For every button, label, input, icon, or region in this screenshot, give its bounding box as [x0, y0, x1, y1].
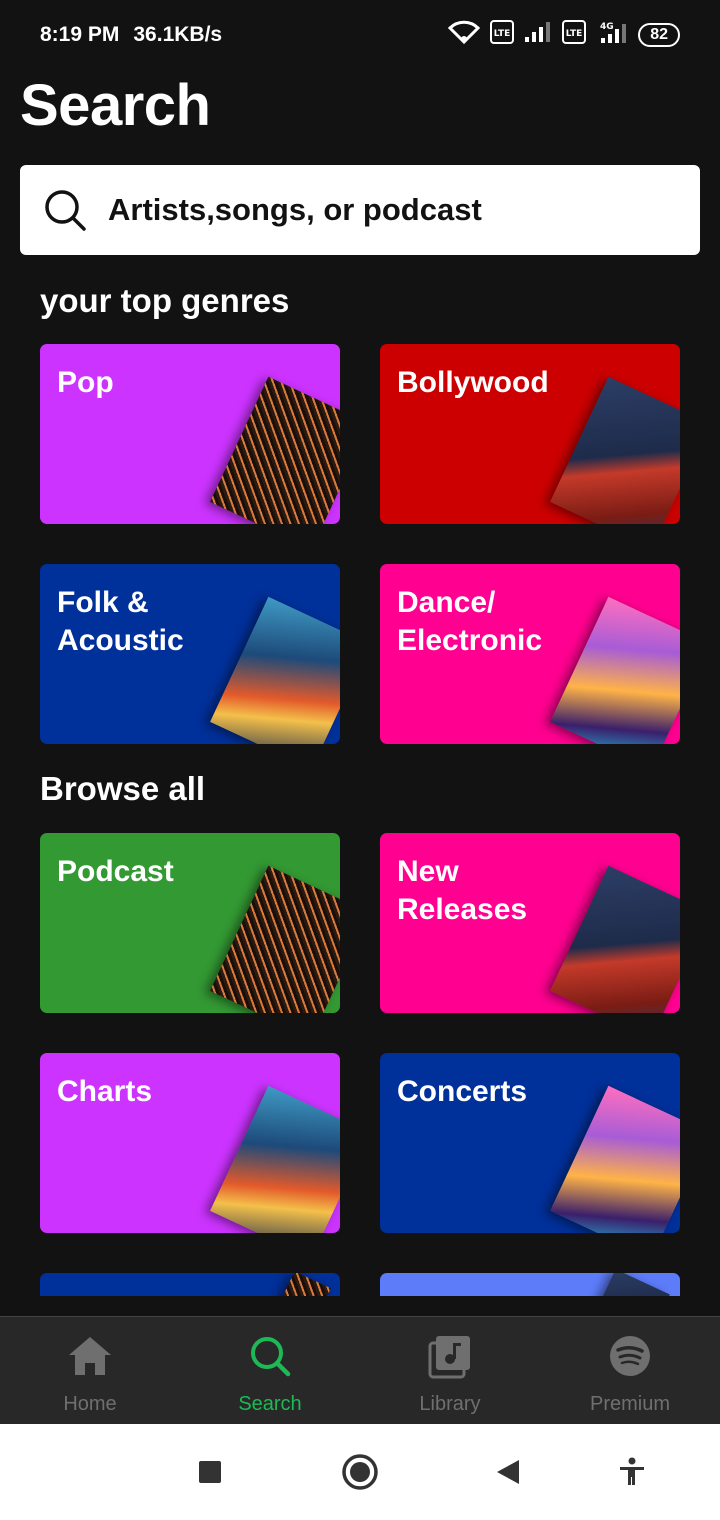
genre-card-dance-electronic[interactable]: Dance/ Electronic — [380, 564, 680, 744]
browse-card-charts[interactable]: Charts — [40, 1053, 340, 1233]
genre-card-bollywood[interactable]: Bollywood — [380, 344, 680, 524]
library-icon — [428, 1336, 470, 1379]
home-icon — [69, 1337, 111, 1375]
search-icon — [45, 190, 86, 231]
nav-search[interactable]: Search — [180, 1317, 360, 1424]
battery-icon: 82 — [638, 23, 680, 47]
genre-card-folk-acoustic[interactable]: Folk & Acoustic — [40, 564, 340, 744]
svg-text:LTE: LTE — [566, 29, 583, 39]
status-bar: 8:19 PM 36.1KB/s LTE LTE 4G 82 — [0, 0, 720, 70]
card-label: Charts — [57, 1075, 153, 1108]
browse-card-new-releases[interactable]: New Releases — [380, 833, 680, 1013]
genre-card-pop[interactable]: Pop — [40, 344, 340, 524]
network-speed: 36.1KB/s — [133, 23, 223, 46]
page-title: Search — [20, 73, 211, 138]
browse-card-partial[interactable] — [40, 1273, 340, 1296]
browse-card-concerts[interactable]: Concerts — [380, 1053, 680, 1233]
card-label: New Releases — [397, 855, 528, 926]
recents-button[interactable] — [186, 1424, 234, 1520]
section-heading-browse-all: Browse all — [40, 770, 206, 807]
scroll-overflow — [0, 1262, 720, 1296]
square-icon — [199, 1461, 221, 1483]
nav-home[interactable]: Home — [0, 1317, 180, 1424]
clock: 8:19 PM — [40, 23, 120, 46]
nav-label: Search — [238, 1393, 302, 1415]
nav-premium[interactable]: Premium — [540, 1317, 720, 1424]
wifi-icon — [448, 20, 481, 50]
album-art — [269, 1273, 331, 1296]
search-bar[interactable] — [20, 165, 700, 255]
nav-library[interactable]: Library — [360, 1317, 540, 1424]
accessibility-button[interactable] — [608, 1424, 656, 1520]
circle-icon — [342, 1454, 378, 1490]
bottom-nav: Home Search Library Premium — [0, 1316, 720, 1424]
card-label: Concerts — [397, 1075, 528, 1108]
svg-text:LTE: LTE — [494, 29, 511, 39]
back-button[interactable] — [484, 1424, 532, 1520]
volte-icon: LTE — [562, 20, 587, 50]
4g-signal-icon: 4G — [596, 20, 628, 50]
card-label: Bollywood — [397, 366, 549, 399]
nav-label: Home — [63, 1393, 117, 1415]
section-heading-top-genres: your top genres — [40, 282, 290, 319]
home-button[interactable] — [336, 1424, 384, 1520]
search-icon — [251, 1337, 291, 1377]
signal-icon — [524, 21, 552, 49]
back-triangle-icon — [497, 1460, 519, 1484]
svg-text:4G: 4G — [600, 22, 614, 32]
browse-card-podcast[interactable]: Podcast — [40, 833, 340, 1013]
card-label: Dance/ Electronic — [397, 586, 543, 657]
card-label: Pop — [57, 366, 114, 399]
volte-icon: LTE — [490, 20, 515, 50]
card-label: Podcast — [57, 855, 174, 888]
accessibility-icon — [620, 1457, 644, 1485]
album-art — [590, 1273, 670, 1296]
browse-card-partial[interactable] — [380, 1273, 680, 1296]
system-nav-bar — [0, 1424, 720, 1520]
spotify-icon — [610, 1336, 650, 1376]
card-label: Folk & Acoustic — [57, 586, 184, 657]
nav-label: Library — [419, 1393, 481, 1415]
search-input[interactable] — [108, 192, 668, 228]
nav-label: Premium — [589, 1393, 670, 1415]
